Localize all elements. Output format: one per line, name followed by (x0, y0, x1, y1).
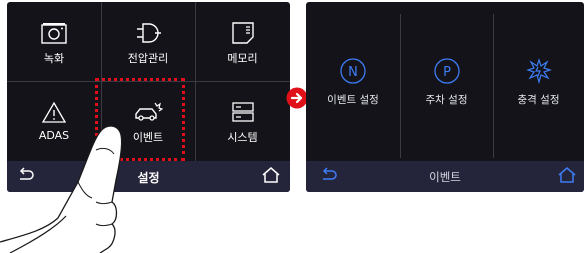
n-circle-icon: N (340, 58, 366, 84)
menu-item-record[interactable]: 녹화 (7, 22, 101, 66)
menu-item-parking-settings[interactable]: P 주차 설정 (400, 58, 493, 107)
impact-icon (525, 58, 552, 84)
bottom-bar: 이벤트 (306, 161, 584, 192)
home-icon[interactable] (558, 167, 576, 183)
menu-label: 충격 설정 (517, 94, 560, 106)
menu-label: 녹화 (43, 52, 65, 65)
menu-label: 메모리 (227, 52, 258, 65)
menu-label: 이벤트 설정 (327, 94, 379, 106)
event-screen: N 이벤트 설정 P 주차 설정 충격 설정 이벤트 (306, 2, 584, 192)
server-icon (231, 102, 254, 122)
pointing-hand-icon (0, 125, 123, 253)
home-icon[interactable] (262, 167, 280, 183)
p-circle-icon: P (433, 58, 460, 84)
menu-label: 주차 설정 (425, 94, 468, 106)
screen-title: 이벤트 (429, 170, 461, 184)
next-arrow-icon (286, 87, 308, 109)
menu-item-voltage[interactable]: 전압관리 (101, 22, 195, 66)
plug-icon (137, 23, 161, 43)
camera-icon (41, 23, 67, 44)
menu-item-system[interactable]: 시스템 (195, 101, 290, 145)
menu-label: 전압관리 (127, 52, 169, 65)
menu-item-impact-settings[interactable]: 충격 설정 (493, 58, 584, 107)
n-glyph: N (348, 65, 358, 80)
menu-item-event-settings[interactable]: N 이벤트 설정 (306, 58, 400, 107)
menu-label: 시스템 (227, 131, 258, 144)
p-glyph: P (443, 65, 451, 80)
memory-card-icon (231, 22, 254, 44)
menu-item-memory[interactable]: 메모리 (195, 22, 290, 66)
